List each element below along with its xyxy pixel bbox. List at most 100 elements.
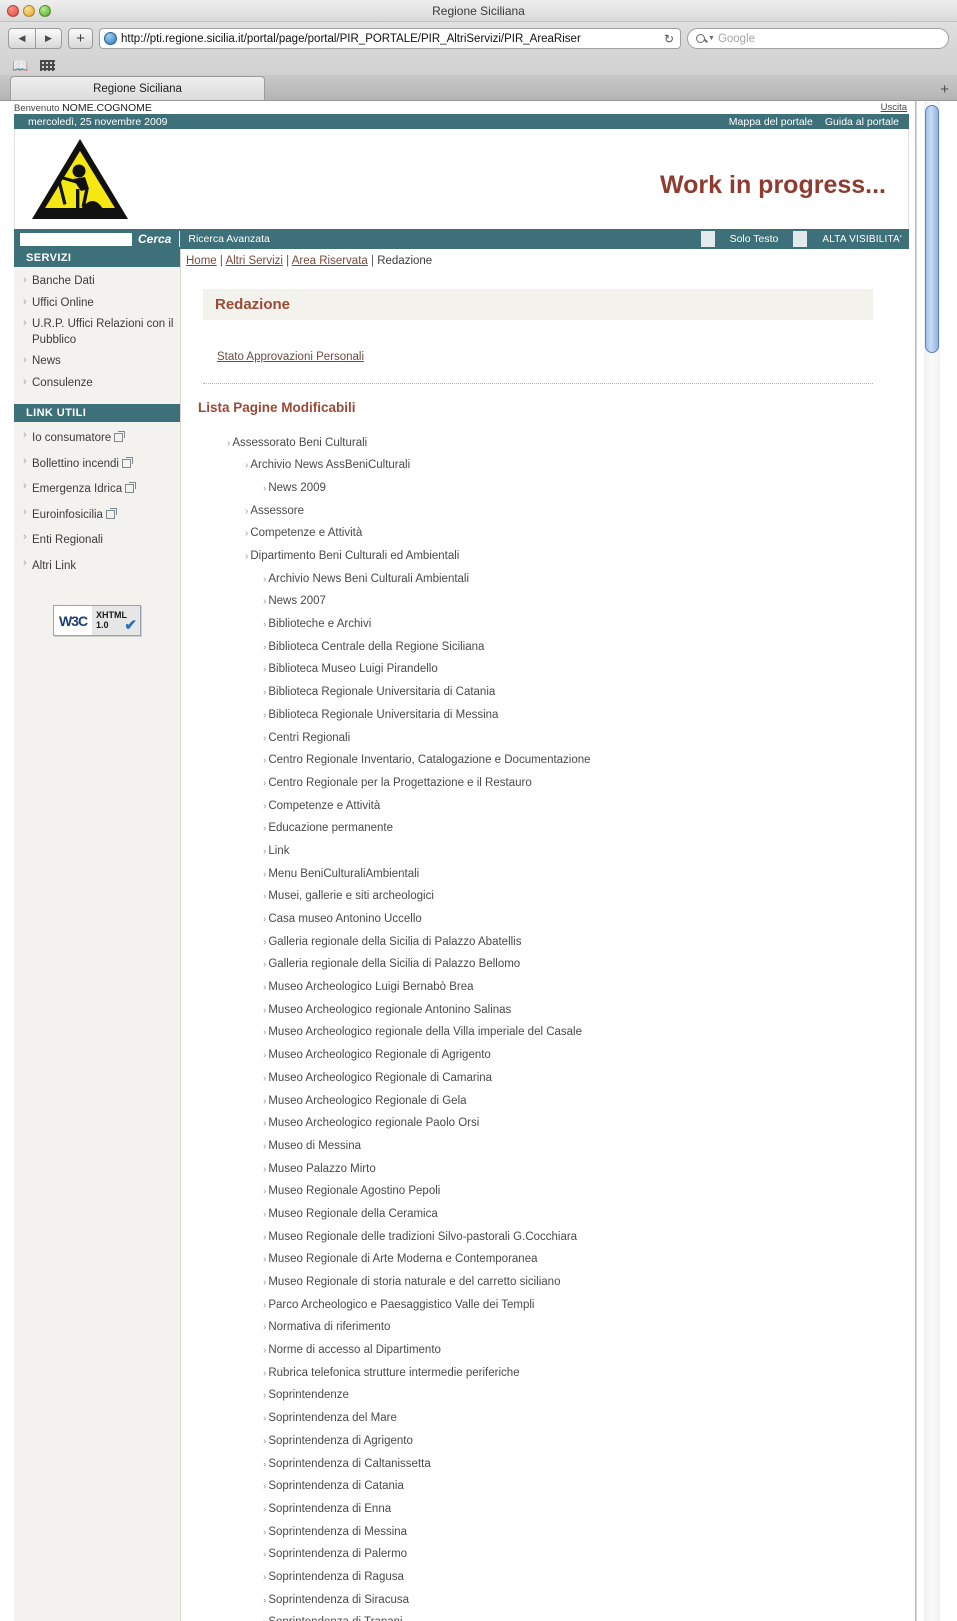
w3c-xhtml-badge[interactable]: W3C XHTML 1.0 ✔ (53, 605, 141, 637)
tree-item[interactable]: › Centro Regionale Inventario, Catalogazi… (181, 750, 909, 773)
tree-item[interactable]: › Soprintendenza del Mare (181, 1408, 909, 1431)
tree-item-label: Centri Regionali (268, 731, 351, 744)
tree-item[interactable]: › Normativa di riferimento (181, 1317, 909, 1340)
page-columns: SERVIZI Banche Dati Uffici Online U.R.P.… (14, 249, 909, 1621)
tree-item[interactable]: › Biblioteche e Archivi (181, 614, 909, 637)
forward-arrow-icon[interactable]: ▶ (35, 29, 61, 48)
nav-button-group[interactable]: ◀ ▶ (8, 28, 62, 49)
new-tab-button[interactable]: + (940, 82, 949, 97)
tree-item[interactable]: › Competenze e Attività (181, 523, 909, 546)
tree-item[interactable]: › Biblioteca Museo Luigi Pirandello (181, 659, 909, 682)
back-arrow-icon[interactable]: ◀ (9, 29, 35, 48)
tree-item-label: Normativa di riferimento (268, 1321, 391, 1334)
vertical-scrollbar[interactable] (916, 101, 957, 1621)
chevron-down-icon[interactable]: ▼ (708, 35, 715, 42)
stato-approvazioni-personali-link[interactable]: Stato Approvazioni Personali (217, 351, 364, 363)
sidebar-item-news[interactable]: News (14, 351, 180, 373)
tree-item[interactable]: › Museo di Messina (181, 1135, 909, 1158)
tree-item[interactable]: › Centro Regionale per la Progettazione e… (181, 772, 909, 795)
tree-item[interactable]: › News 2009 (181, 477, 909, 500)
tree-item[interactable]: ›Soprintendenza di Trapani (181, 1612, 909, 1621)
tree-item[interactable]: › Soprintendenza di Caltanissetta (181, 1453, 909, 1476)
sidebar-item-banche-dati[interactable]: Banche Dati (14, 271, 180, 293)
tree-item[interactable]: › Assessore (181, 500, 909, 523)
tree-item[interactable]: › Soprintendenza di Catania (181, 1476, 909, 1499)
portal-guide-link[interactable]: Guida al portale (825, 116, 899, 128)
breadcrumb-altri-servizi[interactable]: Altri Servizi (225, 255, 283, 267)
tree-item[interactable]: › Centri Regionali (181, 727, 909, 750)
tree-item[interactable]: › Biblioteca Centrale della Regione Sicil… (181, 636, 909, 659)
tree-item[interactable]: › Biblioteca Regionale Universitaria di M… (181, 704, 909, 727)
book-icon[interactable]: 📖 (12, 59, 28, 72)
tree-item-label: Museo Archeologico regionale della Villa… (268, 1026, 583, 1039)
search-submit-button[interactable]: Cerca (138, 232, 171, 246)
sidebar-item-bollettino-incendi[interactable]: Bollettino incendi (14, 452, 180, 478)
tree-item[interactable]: › Museo Archeologico Regionale di Agrigen… (181, 1045, 909, 1068)
tree-item[interactable]: › Museo Archeologico Regionale di Camarin… (181, 1067, 909, 1090)
sidebar-item-altri-link[interactable]: Altri Link (14, 554, 180, 580)
tree-item[interactable]: › Soprintendenze (181, 1385, 909, 1408)
tab-regione-siciliana[interactable]: Regione Siciliana (10, 76, 265, 100)
tree-item[interactable]: › Museo Archeologico Luigi Bernabò Brea (181, 977, 909, 1000)
tree-item[interactable]: › Museo Archeologico regionale Paolo Orsi (181, 1113, 909, 1136)
chevron-right-icon: › (263, 777, 267, 789)
browser-search-field[interactable]: ▼ Google (687, 28, 949, 49)
tree-item[interactable]: › Musei, gallerie e siti archeologici (181, 886, 909, 909)
tree-item[interactable]: › Norme di accesso al Dipartimento (181, 1340, 909, 1363)
tree-item[interactable]: › Soprintendenza di Messina (181, 1521, 909, 1544)
tree-item[interactable]: › Museo Regionale delle tradizioni Silvo-… (181, 1226, 909, 1249)
breadcrumb-area-riservata[interactable]: Area Riservata (292, 255, 368, 267)
tree-item[interactable]: › Galleria regionale della Sicilia di Pal… (181, 954, 909, 977)
high-visibility-link[interactable]: ALTA VISIBILITA' (815, 234, 909, 245)
tree-item[interactable]: › Soprintendenza di Palermo (181, 1544, 909, 1567)
tree-item[interactable]: › Soprintendenza di Siracusa (181, 1589, 909, 1612)
tree-item-label: Link (268, 844, 290, 857)
tree-item[interactable]: › Museo Regionale di Arte Moderna e Conte… (181, 1249, 909, 1272)
reload-icon[interactable]: ↻ (664, 32, 676, 46)
tree-item[interactable]: › Museo Regionale di storia naturale e de… (181, 1271, 909, 1294)
tree-item[interactable]: › Competenze e Attività (181, 795, 909, 818)
tree-item[interactable]: › Assessorato Beni Culturali (181, 432, 909, 455)
tree-item[interactable]: › Soprintendenza di Enna (181, 1498, 909, 1521)
grid-icon[interactable] (40, 59, 56, 71)
tree-item[interactable]: › Museo Archeologico Regionale di Gela (181, 1090, 909, 1113)
tree-item[interactable]: › Casa museo Antonino Uccello (181, 908, 909, 931)
breadcrumb-home[interactable]: Home (186, 255, 217, 267)
add-bookmark-button[interactable]: + (68, 28, 93, 49)
tree-item[interactable]: › Archivio News Beni Culturali Ambientali (181, 568, 909, 591)
address-bar-url[interactable]: http://pti.regione.sicilia.it/portal/pag… (121, 33, 660, 45)
tree-item[interactable]: › Museo Archeologico regionale della Vill… (181, 1022, 909, 1045)
sidebar-item-emergenza-idrica[interactable]: Emergenza Idrica (14, 477, 180, 503)
tree-item-label: Biblioteca Museo Luigi Pirandello (268, 663, 438, 676)
site-map-link[interactable]: Mappa del portale (729, 116, 813, 128)
tree-item[interactable]: › Link (181, 840, 909, 863)
tree-item[interactable]: › Archivio News AssBeniCulturali (181, 455, 909, 478)
sidebar-item-consulenze[interactable]: Consulenze (14, 373, 180, 395)
tree-item[interactable]: › Menu BeniCulturaliAmbientali (181, 863, 909, 886)
advanced-search-link[interactable]: Ricerca Avanzata (188, 233, 270, 245)
tree-item[interactable]: › Galleria regionale della Sicilia di Pal… (181, 931, 909, 954)
tree-item[interactable]: › Parco Archeologico e Paesaggistico Vall… (181, 1294, 909, 1317)
sidebar-item-uffici-online[interactable]: Uffici Online (14, 293, 180, 315)
tree-item[interactable]: › Rubrica telefonica strutture intermedie… (181, 1362, 909, 1385)
tree-item[interactable]: › Museo Archeologico regionale Antonino S… (181, 999, 909, 1022)
sidebar-item-enti-regionali[interactable]: Enti Regionali (14, 528, 180, 554)
logout-link[interactable]: Uscita (881, 102, 907, 113)
tree-item[interactable]: › Museo Regionale della Ceramica (181, 1203, 909, 1226)
text-only-link[interactable]: Solo Testo (723, 233, 786, 245)
tree-item[interactable]: › News 2007 (181, 591, 909, 614)
sidebar-item-io-consumatore[interactable]: Io consumatore (14, 426, 180, 452)
tree-item[interactable]: › Biblioteca Regionale Universitaria di C… (181, 682, 909, 705)
tree-item[interactable]: › Soprintendenza di Agrigento (181, 1430, 909, 1453)
scrollbar-thumb[interactable] (925, 105, 939, 353)
tree-item-label: Centro Regionale per la Progettazione e … (268, 776, 532, 789)
tree-item[interactable]: › Museo Regionale Agostino Pepoli (181, 1181, 909, 1204)
sidebar-item-urp[interactable]: U.R.P. Uffici Relazioni con il Pubblico (14, 314, 180, 351)
tree-item[interactable]: › Educazione permanente (181, 818, 909, 841)
search-input[interactable] (20, 232, 132, 246)
sidebar-item-euroinfosicilia[interactable]: Euroinfosicilia (14, 503, 180, 529)
address-bar[interactable]: http://pti.regione.sicilia.it/portal/pag… (99, 28, 681, 49)
tree-item[interactable]: › Soprintendenza di Ragusa (181, 1566, 909, 1589)
tree-item[interactable]: › Dipartimento Beni Culturali ed Ambienta… (181, 545, 909, 568)
tree-item[interactable]: › Museo Palazzo Mirto (181, 1158, 909, 1181)
